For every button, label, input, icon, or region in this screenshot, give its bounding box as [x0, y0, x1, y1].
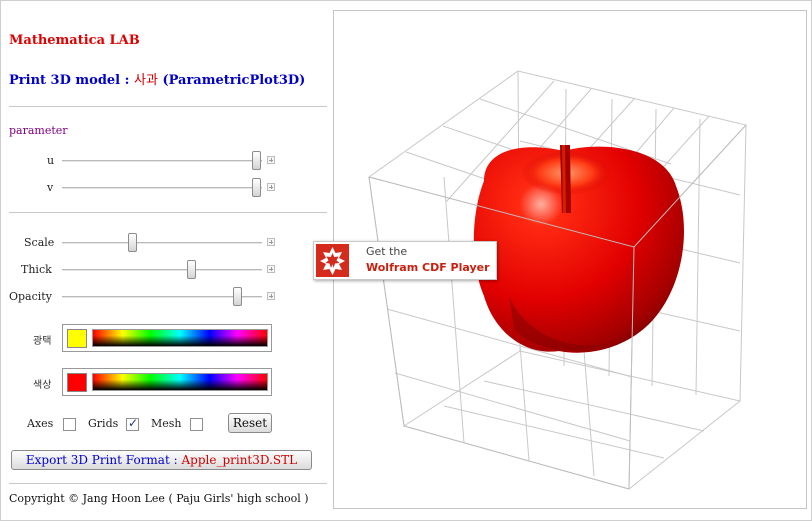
thick-slider-thumb[interactable]: [187, 260, 196, 279]
opacity-label: Opacity: [9, 290, 52, 303]
thick-slider-track[interactable]: [62, 269, 262, 271]
cdf-player-banner[interactable]: Get the Wolfram CDF Player: [313, 241, 497, 280]
gloss-label: 광택: [33, 336, 52, 347]
copyright-text: Copyright © Jang Hoon Lee ( Paju Girls' …: [9, 492, 309, 505]
gloss-color-picker[interactable]: [62, 324, 272, 352]
export-label: Export 3D Print Format :: [25, 453, 178, 467]
color-picker[interactable]: [62, 368, 272, 396]
gloss-swatch[interactable]: [67, 329, 87, 348]
export-button[interactable]: Export 3D Print Format : Apple_print3D.S…: [11, 450, 312, 470]
export-filename: Apple_print3D.STL: [181, 453, 298, 467]
reset-button[interactable]: Reset: [228, 413, 272, 433]
v-expand-icon[interactable]: [267, 183, 275, 191]
grids-label: Grids: [88, 417, 119, 430]
cdf-banner-line1: Get the: [366, 245, 408, 258]
cdf-banner-line2: Wolfram CDF Player: [366, 261, 490, 274]
wolfram-logo-icon: [316, 244, 349, 277]
u-slider-track[interactable]: [62, 160, 262, 162]
subtitle-korean: 사과: [133, 73, 158, 88]
mesh-label: Mesh: [151, 417, 182, 430]
scale-slider-track[interactable]: [62, 242, 262, 244]
divider: [9, 106, 327, 107]
thick-expand-icon[interactable]: [267, 265, 275, 273]
scale-label: Scale: [24, 236, 55, 249]
v-label: v: [47, 181, 54, 194]
v-slider-thumb[interactable]: [252, 178, 261, 197]
opacity-slider-track[interactable]: [62, 296, 262, 298]
gloss-gradient[interactable]: [92, 329, 268, 347]
subtitle-suffix: (ParametricPlot3D): [162, 73, 306, 88]
opacity-slider-thumb[interactable]: [233, 287, 242, 306]
app-title: Mathematica LAB: [9, 33, 140, 48]
u-expand-icon[interactable]: [267, 156, 275, 164]
u-slider-thumb[interactable]: [252, 151, 261, 170]
mesh-checkbox[interactable]: [190, 418, 203, 431]
color-swatch[interactable]: [67, 373, 87, 392]
scale-slider-thumb[interactable]: [128, 233, 137, 252]
axes-checkbox[interactable]: [63, 418, 76, 431]
opacity-expand-icon[interactable]: [267, 292, 275, 300]
scale-expand-icon[interactable]: [267, 238, 275, 246]
parameter-section-label: parameter: [9, 124, 68, 137]
subtitle-prefix: Print 3D model :: [9, 73, 130, 88]
grids-checkbox[interactable]: ✓: [126, 416, 139, 431]
divider: [9, 212, 327, 213]
divider: [9, 483, 327, 484]
u-label: u: [47, 154, 55, 167]
page-subtitle: Print 3D model : 사과 (ParametricPlot3D): [9, 69, 305, 88]
grids-check-icon: ✓: [128, 416, 139, 430]
axes-label: Axes: [27, 417, 54, 430]
thick-label: Thick: [21, 263, 52, 276]
v-slider-track[interactable]: [62, 187, 262, 189]
color-gradient[interactable]: [92, 373, 268, 391]
color-label: 색상: [33, 380, 52, 391]
